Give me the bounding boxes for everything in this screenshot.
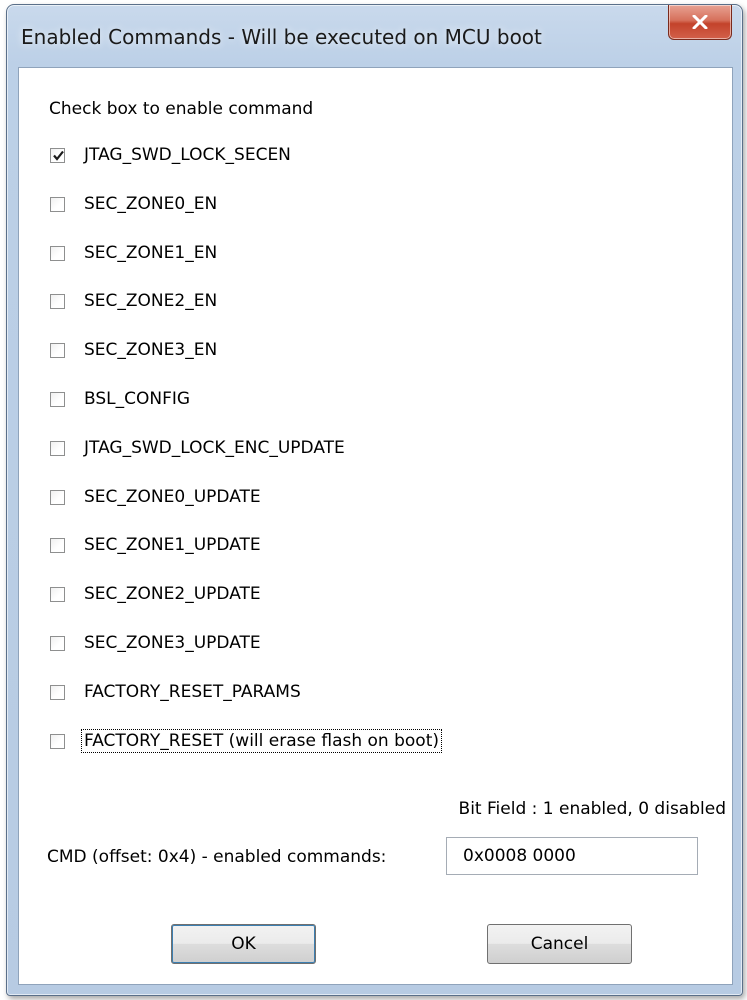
command-checkbox[interactable]	[50, 537, 65, 553]
command-label[interactable]: FACTORY_RESET (will erase flash on boot)	[81, 729, 442, 753]
command-checkbox[interactable]	[50, 489, 65, 505]
dialog-body: Check box to enable command JTAG_SWD_LOC…	[18, 67, 733, 985]
command-checkbox[interactable]	[50, 440, 65, 456]
command-row[interactable]: SEC_ZONE1_UPDATE	[50, 532, 263, 558]
command-checkbox[interactable]	[50, 733, 65, 749]
window-title: Enabled Commands - Will be executed on M…	[21, 25, 542, 49]
command-row[interactable]: SEC_ZONE1_EN	[50, 240, 219, 266]
command-label[interactable]: SEC_ZONE1_UPDATE	[82, 534, 263, 556]
cmd-field-label: CMD (offset: 0x4) - enabled commands:	[47, 847, 387, 867]
command-label[interactable]: SEC_ZONE2_UPDATE	[82, 583, 263, 605]
command-checkbox[interactable]	[50, 245, 65, 261]
command-label[interactable]: JTAG_SWD_LOCK_SECEN	[82, 144, 293, 166]
command-label[interactable]: JTAG_SWD_LOCK_ENC_UPDATE	[82, 437, 347, 459]
command-row[interactable]: BSL_CONFIG	[50, 386, 192, 412]
command-row[interactable]: SEC_ZONE3_UPDATE	[50, 630, 263, 656]
command-row[interactable]: SEC_ZONE0_EN	[50, 191, 219, 217]
cmd-value-field[interactable]: 0x0008 0000	[446, 837, 698, 875]
command-label[interactable]: SEC_ZONE0_EN	[82, 193, 219, 215]
instruction-text: Check box to enable command	[49, 99, 314, 119]
command-row[interactable]: SEC_ZONE3_EN	[50, 337, 219, 363]
command-label[interactable]: SEC_ZONE1_EN	[82, 242, 219, 264]
close-icon	[692, 15, 708, 29]
command-checkbox[interactable]	[50, 342, 65, 358]
command-checkbox[interactable]	[50, 196, 65, 212]
ok-button[interactable]: OK	[171, 924, 316, 964]
command-label[interactable]: FACTORY_RESET_PARAMS	[82, 681, 303, 703]
command-label[interactable]: BSL_CONFIG	[82, 388, 192, 410]
command-checkbox[interactable]	[50, 147, 65, 163]
command-row[interactable]: SEC_ZONE0_UPDATE	[50, 484, 263, 510]
command-checkbox[interactable]	[50, 391, 65, 407]
bit-field-note: Bit Field : 1 enabled, 0 disabled	[458, 799, 726, 819]
command-row[interactable]: SEC_ZONE2_UPDATE	[50, 581, 263, 607]
command-row[interactable]: SEC_ZONE2_EN	[50, 288, 219, 314]
checkmark-icon	[53, 150, 64, 161]
command-checkbox[interactable]	[50, 684, 65, 700]
command-checkbox[interactable]	[50, 586, 65, 602]
command-checkbox[interactable]	[50, 293, 65, 309]
command-row[interactable]: FACTORY_RESET (will erase flash on boot)	[50, 728, 442, 754]
command-label[interactable]: SEC_ZONE0_UPDATE	[82, 486, 263, 508]
command-row[interactable]: JTAG_SWD_LOCK_ENC_UPDATE	[50, 435, 347, 461]
command-label[interactable]: SEC_ZONE3_UPDATE	[82, 632, 263, 654]
cancel-button[interactable]: Cancel	[487, 924, 632, 964]
dialog-window: Enabled Commands - Will be executed on M…	[6, 4, 743, 996]
command-row[interactable]: FACTORY_RESET_PARAMS	[50, 679, 303, 705]
command-row[interactable]: JTAG_SWD_LOCK_SECEN	[50, 142, 293, 168]
command-checkbox[interactable]	[50, 635, 65, 651]
command-label[interactable]: SEC_ZONE2_EN	[82, 290, 219, 312]
command-label[interactable]: SEC_ZONE3_EN	[82, 339, 219, 361]
close-button[interactable]	[668, 5, 732, 40]
title-bar[interactable]: Enabled Commands - Will be executed on M…	[7, 5, 742, 67]
